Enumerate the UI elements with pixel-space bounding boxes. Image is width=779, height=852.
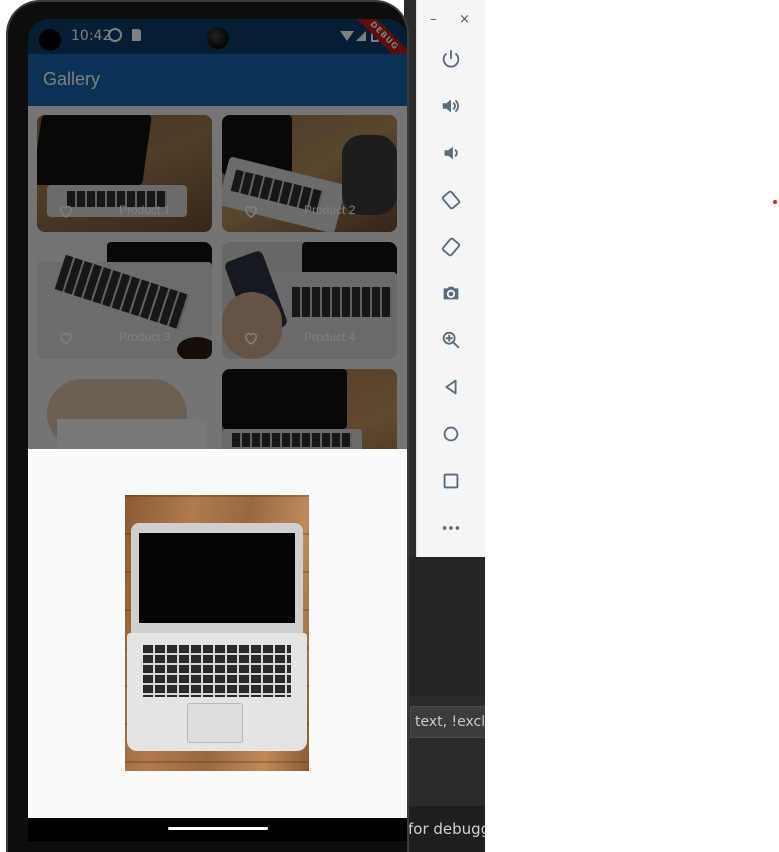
rotate-right-icon bbox=[441, 237, 461, 257]
back-button[interactable] bbox=[433, 369, 469, 405]
favorite-heart-icon[interactable] bbox=[57, 329, 75, 347]
product-label: Product 3 bbox=[119, 330, 171, 344]
volume-down-icon bbox=[444, 146, 458, 160]
image-preview-sheet bbox=[28, 449, 407, 818]
rotate-left-icon bbox=[441, 190, 461, 210]
more-icon bbox=[442, 526, 460, 530]
overview-button[interactable] bbox=[433, 463, 469, 499]
home-indicator[interactable] bbox=[168, 827, 268, 830]
home-icon bbox=[443, 426, 459, 442]
product-gallery: Product 1 Product 2 Product 3 Product 4 bbox=[28, 106, 407, 449]
close-button[interactable]: × bbox=[459, 10, 470, 30]
coffee-cup-image bbox=[177, 337, 212, 359]
rotate-right-button[interactable] bbox=[433, 229, 469, 265]
front-camera bbox=[207, 27, 229, 49]
phone-screen: 10:42 DEBUG Gallery Product 1 Product 2 … bbox=[28, 19, 407, 841]
gallery-tile[interactable] bbox=[222, 369, 397, 449]
back-icon bbox=[445, 379, 457, 395]
volume-down-button[interactable] bbox=[433, 135, 469, 171]
gallery-tile[interactable]: Product 1 bbox=[37, 115, 212, 232]
notification-dot-icon bbox=[39, 29, 61, 51]
emulator-toolbar: – × bbox=[416, 0, 485, 557]
ide-panel-section bbox=[404, 556, 485, 696]
laptop-trackpad-image bbox=[187, 703, 243, 743]
page-title: Gallery bbox=[43, 69, 101, 89]
signal-icon bbox=[356, 31, 366, 41]
camera-icon bbox=[443, 286, 459, 300]
toolbar-window-controls: – × bbox=[417, 10, 486, 30]
ide-console-text: for debugg bbox=[404, 806, 485, 852]
laptop-screen-image bbox=[37, 115, 152, 185]
wifi-icon bbox=[340, 31, 354, 41]
screenshot-button[interactable] bbox=[433, 275, 469, 311]
keyboard-image bbox=[57, 419, 207, 449]
laptop-keyboard-rows-image bbox=[143, 645, 291, 697]
product-label: Product 1 bbox=[119, 203, 171, 217]
gesture-nav-bar bbox=[28, 818, 407, 841]
laptop-screen-image bbox=[222, 369, 347, 429]
hand-image bbox=[222, 292, 282, 359]
status-time: 10:42 bbox=[71, 28, 112, 44]
phone-frame: 10:42 DEBUG Gallery Product 1 Product 2 … bbox=[6, 0, 409, 852]
product-label: Product 2 bbox=[304, 203, 356, 217]
power-button[interactable] bbox=[433, 41, 469, 77]
zoom-button[interactable] bbox=[433, 322, 469, 358]
sim-card-icon bbox=[132, 29, 141, 41]
status-dot bbox=[773, 200, 777, 204]
home-button[interactable] bbox=[433, 416, 469, 452]
gallery-tile[interactable]: Product 3 bbox=[37, 242, 212, 359]
overview-icon bbox=[443, 473, 459, 489]
product-image bbox=[125, 495, 309, 771]
minimize-button[interactable]: – bbox=[430, 10, 437, 30]
power-icon bbox=[442, 49, 460, 68]
ide-filter-field[interactable]: text, !exclu bbox=[410, 706, 485, 738]
volume-up-icon bbox=[442, 99, 459, 113]
favorite-heart-icon[interactable] bbox=[242, 202, 260, 220]
app-bar: Gallery bbox=[28, 54, 407, 106]
favorite-heart-icon[interactable] bbox=[57, 202, 75, 220]
rotate-left-button[interactable] bbox=[433, 182, 469, 218]
laptop-keys-image bbox=[292, 287, 392, 317]
product-label: Product 4 bbox=[304, 330, 356, 344]
more-button[interactable] bbox=[433, 510, 469, 546]
gallery-tile[interactable] bbox=[37, 369, 212, 449]
laptop-display-image bbox=[139, 533, 295, 623]
settings-icon bbox=[108, 28, 122, 42]
laptop-keys-image bbox=[232, 433, 352, 447]
favorite-heart-icon[interactable] bbox=[242, 329, 260, 347]
gallery-tile[interactable]: Product 2 bbox=[222, 115, 397, 232]
volume-up-button[interactable] bbox=[433, 88, 469, 124]
gallery-tile[interactable]: Product 4 bbox=[222, 242, 397, 359]
status-bar: 10:42 DEBUG bbox=[28, 19, 407, 73]
desktop: text, !exclu for debugg – × bbox=[0, 0, 779, 852]
zoom-icon bbox=[442, 331, 460, 349]
